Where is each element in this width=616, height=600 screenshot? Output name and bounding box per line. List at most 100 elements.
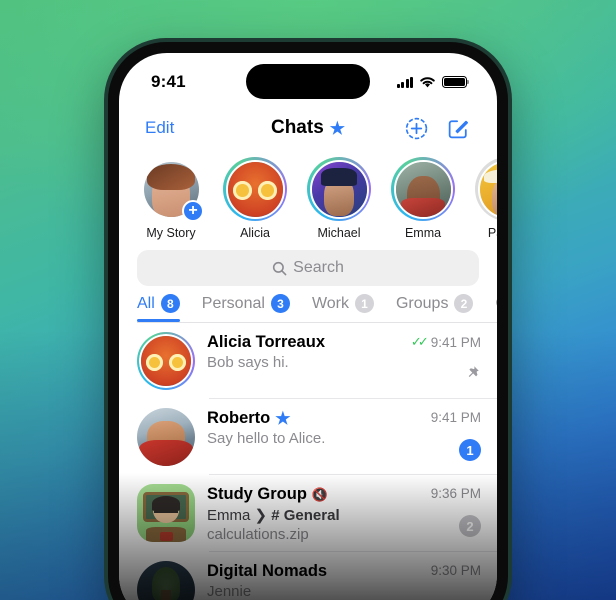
compose-icon[interactable] — [446, 116, 471, 141]
chat-preview-sender: Emma ❯ # General — [207, 506, 419, 524]
avatar-image — [141, 336, 191, 386]
chat-time-row: 9:41 PM — [431, 410, 481, 425]
story-ring — [475, 157, 497, 221]
preview-sender: Emma ❯ — [207, 507, 268, 524]
chat-preview: Jennie — [207, 583, 252, 600]
chat-preview: Say hello to Alice. — [207, 430, 326, 447]
chat-preview: Bob says hi. — [207, 354, 289, 371]
filter-tabs[interactable]: All 8 Personal 3 Work 1 Groups 2 Chan — [137, 294, 497, 322]
chat-avatar — [137, 332, 195, 390]
chat-avatar — [137, 561, 195, 600]
status-bar: 9:41 — [119, 53, 497, 105]
chat-content: Study Group 🔇 Emma ❯ # General calculations… — [207, 484, 419, 543]
chat-content: Roberto ★ Say hello to Alice. — [207, 408, 419, 447]
avatar — [393, 159, 453, 219]
chat-meta: 9:36 PM 2 — [431, 484, 481, 537]
tab-badge: 8 — [160, 294, 180, 313]
page-title: Chats ★ — [271, 117, 345, 139]
chat-row[interactable]: Digital Nomads Jennie 9:30 PM — [119, 552, 497, 600]
chat-time-row: 9:30 PM — [431, 563, 481, 578]
verified-star-icon: ★ — [275, 409, 291, 428]
tab-work[interactable]: Work 1 — [312, 294, 374, 322]
tab-all[interactable]: All 8 — [137, 294, 180, 322]
chat-meta: 9:30 PM — [431, 561, 481, 578]
story-ring — [391, 157, 455, 221]
chat-row[interactable]: Study Group 🔇 Emma ❯ # General calculations… — [119, 475, 497, 552]
chat-row[interactable]: Alicia Torreaux Bob says hi. ✓✓ 9:41 PM — [119, 323, 497, 399]
chat-list[interactable]: Alicia Torreaux Bob says hi. ✓✓ 9:41 PM Robe… — [119, 323, 497, 600]
tab-chan[interactable]: Chan — [495, 294, 497, 322]
unread-badge: 1 — [459, 439, 481, 461]
avatar — [137, 484, 195, 542]
search-icon — [273, 261, 287, 275]
story-label: Patrick — [487, 226, 497, 240]
avatar-image — [395, 161, 451, 217]
story-item-michael[interactable]: Michael — [305, 157, 373, 240]
chat-avatar — [137, 484, 195, 542]
battery-icon — [442, 76, 470, 88]
chat-title: Roberto ★ — [207, 409, 419, 428]
tab-label: Groups — [395, 294, 449, 312]
tab-personal[interactable]: Personal 3 — [202, 294, 290, 322]
edit-button[interactable]: Edit — [145, 118, 174, 138]
tab-label: Personal — [201, 294, 265, 312]
avatar-image — [137, 561, 195, 600]
chat-title: Digital Nomads — [207, 562, 419, 581]
story-label: My Story — [146, 226, 196, 240]
phone-bezel: 9:41 Edit Chats ★ + My Story Alicia Mich… — [108, 42, 508, 600]
avatar-image — [137, 484, 195, 542]
story-item-alicia[interactable]: Alicia — [221, 157, 289, 240]
tab-label: Work — [311, 294, 349, 312]
chat-time-row: 9:36 PM — [431, 486, 481, 501]
add-person-circle-icon[interactable] — [404, 116, 429, 141]
chat-avatar — [137, 408, 195, 466]
chat-name: Study Group — [207, 485, 307, 503]
chat-title: Alicia Torreaux — [207, 333, 399, 352]
avatar-image — [227, 161, 283, 217]
chat-row[interactable]: Roberto ★ Say hello to Alice. 9:41 PM 1 — [119, 399, 497, 475]
story-ring — [307, 157, 371, 221]
chat-meta: 9:41 PM 1 — [431, 408, 481, 461]
chat-timestamp: 9:41 PM — [430, 334, 481, 350]
chat-time-row: ✓✓ 9:41 PM — [411, 334, 481, 350]
tab-badge: 3 — [270, 294, 290, 313]
mute-icon: 🔇 — [311, 486, 329, 502]
story-item-my-story[interactable]: + My Story — [137, 157, 205, 240]
tab-badge: 1 — [354, 294, 374, 313]
chat-title: Study Group 🔇 — [207, 485, 419, 504]
search-section: Search — [119, 244, 497, 294]
page-title-label: Chats — [270, 117, 324, 138]
phone-screen: 9:41 Edit Chats ★ + My Story Alicia Mich… — [119, 53, 497, 600]
status-icons — [396, 76, 470, 89]
add-story-icon[interactable]: + — [182, 200, 204, 222]
story-ring: + — [139, 157, 204, 222]
chat-name: Digital Nomads — [207, 562, 328, 580]
chat-meta: ✓✓ 9:41 PM — [411, 332, 481, 381]
chat-preview-attachment: calculations.zip — [207, 526, 309, 543]
avatar-image — [311, 161, 367, 217]
preview-channel: # General — [271, 507, 340, 524]
tab-label: Chan — [495, 295, 497, 313]
chat-content: Alicia Torreaux Bob says hi. — [207, 332, 399, 371]
avatar — [225, 159, 285, 219]
story-item-patrick[interactable]: Patrick — [473, 157, 497, 240]
wifi-icon — [420, 76, 435, 87]
search-placeholder: Search — [293, 259, 344, 276]
chat-name: Alicia Torreaux — [207, 333, 325, 351]
chat-timestamp: 9:30 PM — [430, 563, 481, 578]
story-label: Emma — [404, 226, 442, 240]
tab-label: All — [137, 294, 155, 312]
tab-groups[interactable]: Groups 2 — [395, 294, 474, 322]
dynamic-island — [246, 64, 370, 99]
chat-timestamp: 9:36 PM — [430, 486, 481, 501]
chat-name: Roberto — [207, 409, 271, 427]
nav-actions — [404, 116, 471, 141]
avatar-image — [137, 408, 195, 466]
stories-row[interactable]: +My StoryAliciaMichaelEmmaPatrickP — [119, 151, 497, 244]
story-item-emma[interactable]: Emma — [389, 157, 457, 240]
unread-badge: 2 — [459, 515, 481, 537]
story-label: Michael — [317, 226, 361, 240]
avatar — [137, 332, 195, 390]
status-time: 9:41 — [151, 72, 186, 91]
search-input[interactable]: Search — [137, 250, 479, 286]
